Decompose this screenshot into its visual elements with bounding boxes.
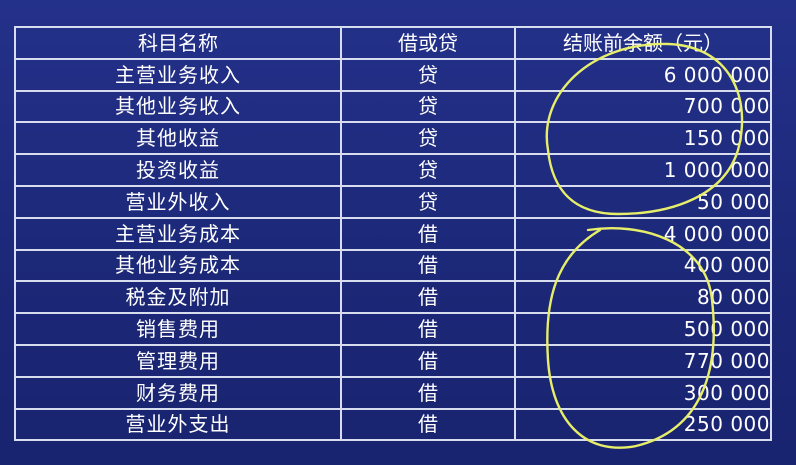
balance-amount: 770 000 xyxy=(514,343,772,378)
balance-amount: 500 000 xyxy=(514,312,772,346)
balance-amount: 1 000 000 xyxy=(514,153,772,187)
account-name: 管理费用 xyxy=(14,343,342,378)
account-name: 投资收益 xyxy=(14,153,342,187)
debit-credit: 借 xyxy=(340,343,516,378)
table-row: 其他业务收入 贷 700 000 xyxy=(14,89,772,124)
table-row: 投资收益 贷 1 000 000 xyxy=(14,153,772,187)
account-name: 销售费用 xyxy=(14,312,342,346)
debit-credit: 借 xyxy=(340,312,516,346)
debit-credit: 贷 xyxy=(340,184,516,219)
table-row: 营业外支出 借 250 000 xyxy=(14,407,772,442)
debit-credit: 借 xyxy=(340,375,516,410)
account-name: 主营业务成本 xyxy=(14,216,342,251)
header-account-name: 科目名称 xyxy=(14,26,342,60)
balance-amount: 50 000 xyxy=(514,184,772,219)
account-name: 财务费用 xyxy=(14,375,342,410)
account-balance-table: 科目名称 借或贷 结账前余额（元） 主营业务收入 贷 6 000 000 其他业… xyxy=(14,26,772,442)
table-row: 财务费用 借 300 000 xyxy=(14,375,772,410)
balance-amount: 150 000 xyxy=(514,121,772,156)
account-name: 营业外支出 xyxy=(14,407,342,442)
table-row: 主营业务成本 借 4 000 000 xyxy=(14,216,772,251)
debit-credit: 借 xyxy=(340,248,516,283)
balance-amount: 250 000 xyxy=(514,407,772,442)
debit-credit: 贷 xyxy=(340,89,516,124)
debit-credit: 借 xyxy=(340,280,516,315)
table-row: 销售费用 借 500 000 xyxy=(14,312,772,346)
account-name: 其他业务成本 xyxy=(14,248,342,283)
debit-credit: 借 xyxy=(340,407,516,442)
balance-amount: 400 000 xyxy=(514,248,772,283)
debit-credit: 借 xyxy=(340,216,516,251)
balance-amount: 80 000 xyxy=(514,280,772,315)
table-row: 营业外收入 贷 50 000 xyxy=(14,184,772,219)
table-row: 其他收益 贷 150 000 xyxy=(14,121,772,156)
account-name: 税金及附加 xyxy=(14,280,342,315)
balance-amount: 4 000 000 xyxy=(514,216,772,251)
account-name: 其他业务收入 xyxy=(14,89,342,124)
debit-credit: 贷 xyxy=(340,121,516,156)
table-row: 管理费用 借 770 000 xyxy=(14,343,772,378)
slide-background: 科目名称 借或贷 结账前余额（元） 主营业务收入 贷 6 000 000 其他业… xyxy=(0,0,796,465)
debit-credit: 贷 xyxy=(340,153,516,187)
balance-amount: 6 000 000 xyxy=(514,57,772,92)
balance-amount: 300 000 xyxy=(514,375,772,410)
account-name: 主营业务收入 xyxy=(14,57,342,92)
account-name: 其他收益 xyxy=(14,121,342,156)
header-balance: 结账前余额（元） xyxy=(514,26,772,60)
table-row: 主营业务收入 贷 6 000 000 xyxy=(14,57,772,92)
table-header-row: 科目名称 借或贷 结账前余额（元） xyxy=(14,26,772,60)
account-name: 营业外收入 xyxy=(14,184,342,219)
table-row: 其他业务成本 借 400 000 xyxy=(14,248,772,283)
balance-amount: 700 000 xyxy=(514,89,772,124)
debit-credit: 贷 xyxy=(340,57,516,92)
table-row: 税金及附加 借 80 000 xyxy=(14,280,772,315)
header-debit-credit: 借或贷 xyxy=(340,26,516,60)
